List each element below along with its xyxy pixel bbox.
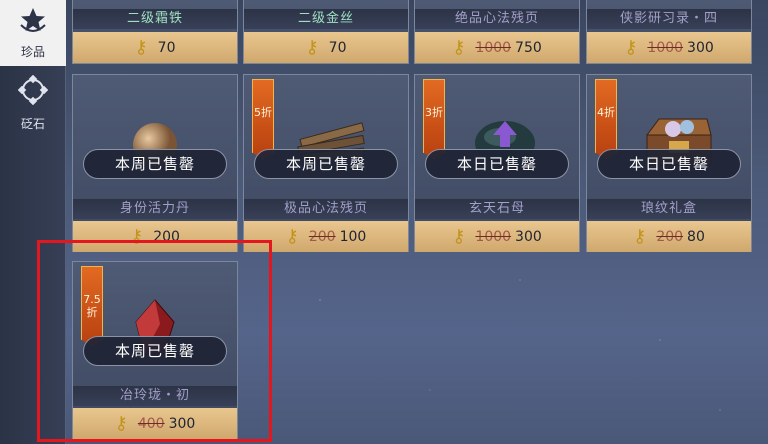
tab-stones[interactable]: 砭石 <box>0 70 66 136</box>
price: 100 <box>339 228 367 245</box>
price-bar: ⚷ 1000 300 <box>415 221 579 252</box>
price-bar: ⚷ 1000 300 <box>587 32 751 63</box>
original-price: 200 <box>656 228 684 245</box>
key-currency-icon: ⚷ <box>633 226 647 247</box>
shop-item-card[interactable]: 3折 本日已售罄 玄天石母 ⚷ 1000 300 <box>414 74 580 252</box>
shop-item-card[interactable]: 5折 本周已售罄 极品心法残页 ⚷ 200 100 <box>243 74 409 252</box>
sold-out-label: 本周已售罄 <box>83 149 227 179</box>
shop-item-card[interactable]: 侠影研习录・四 ⚷ 1000 300 <box>586 0 752 64</box>
item-name: 二级霜铁 <box>73 9 237 29</box>
price-bar: ⚷ 200 80 <box>587 221 751 252</box>
price-bar: ⚷ 1000 750 <box>415 32 579 63</box>
key-currency-icon: ⚷ <box>624 37 638 58</box>
discount-text: 5折 <box>254 106 272 119</box>
item-name: 极品心法残页 <box>244 199 408 219</box>
discount-tag: 5折 <box>252 79 274 159</box>
key-currency-icon: ⚷ <box>452 37 466 58</box>
price: 70 <box>157 39 176 56</box>
item-name: 琅纹礼盒 <box>587 199 751 219</box>
tab-label: 珍品 <box>20 44 45 59</box>
item-name: 二级金丝 <box>244 9 408 29</box>
shop-item-card[interactable]: 二级霜铁 ⚷ 70 <box>72 0 238 64</box>
price: 300 <box>687 39 714 56</box>
shop-item-card[interactable]: 绝品心法残页 ⚷ 1000 750 <box>414 0 580 64</box>
discount-text: 4折 <box>597 106 615 119</box>
shop-item-card[interactable]: 二级金丝 ⚷ 70 <box>243 0 409 64</box>
sold-out-label: 本日已售罄 <box>425 149 569 179</box>
key-currency-icon: ⚷ <box>285 226 299 247</box>
item-name: 侠影研习录・四 <box>587 9 751 29</box>
discount-tag: 4折 <box>595 79 617 159</box>
tab-treasures[interactable]: 珍品 <box>0 0 66 66</box>
key-currency-icon: ⚷ <box>305 37 319 58</box>
key-currency-icon: ⚷ <box>134 37 148 58</box>
price-bar: ⚷ 70 <box>244 32 408 63</box>
original-price: 1000 <box>475 228 512 245</box>
original-price: 1000 <box>647 39 684 56</box>
item-name: 身份活力丹 <box>73 199 237 219</box>
tab-label: 砭石 <box>20 116 45 131</box>
sold-out-label: 本周已售罄 <box>254 149 398 179</box>
key-currency-icon: ⚷ <box>452 226 466 247</box>
sold-out-label: 本日已售罄 <box>597 149 741 179</box>
original-price: 1000 <box>475 39 512 56</box>
shop-item-card[interactable]: 4折 本日已售罄 琅纹礼盒 ⚷ 200 80 <box>586 74 752 252</box>
discount-tag: 3折 <box>423 79 445 159</box>
price: 70 <box>328 39 347 56</box>
shop-item-card[interactable]: 本周已售罄 身份活力丹 ⚷ 200 <box>72 74 238 252</box>
discount-text: 3折 <box>425 106 443 119</box>
stone-ring-icon <box>17 74 49 111</box>
price: 750 <box>515 39 542 56</box>
price: 80 <box>687 228 705 245</box>
selection-highlight <box>37 240 272 442</box>
original-price: 200 <box>308 228 336 245</box>
price: 300 <box>515 228 542 245</box>
price-bar: ⚷ 70 <box>73 32 237 63</box>
star-badge-icon <box>19 7 47 39</box>
item-name: 玄天石母 <box>415 199 579 219</box>
item-name: 绝品心法残页 <box>415 9 579 29</box>
